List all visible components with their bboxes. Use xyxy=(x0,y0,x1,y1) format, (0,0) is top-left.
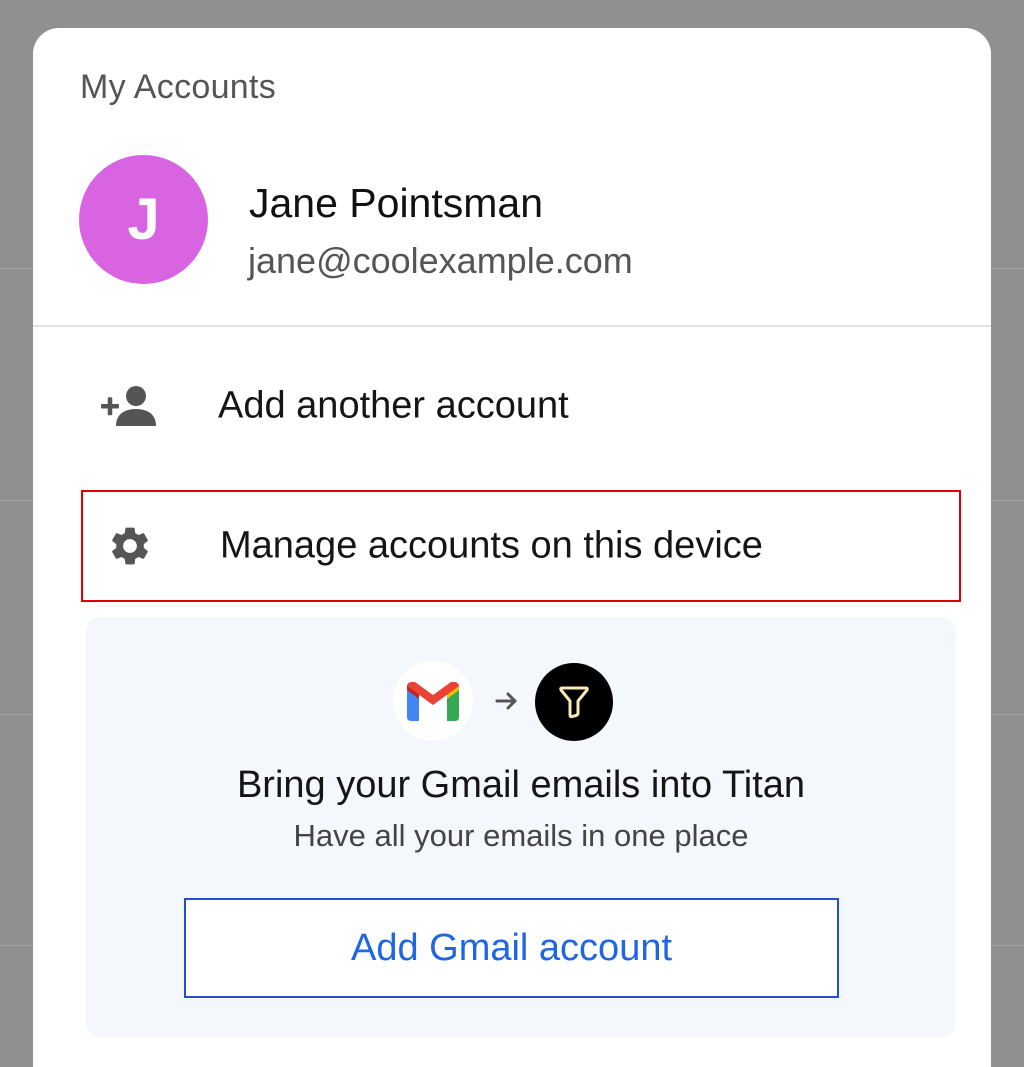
add-gmail-account-button[interactable]: Add Gmail account xyxy=(184,898,839,998)
backdrop-divider xyxy=(990,714,1024,715)
gear-icon xyxy=(101,522,159,570)
add-another-account-button[interactable]: Add another account xyxy=(81,351,961,461)
promo-title: Bring your Gmail emails into Titan xyxy=(236,764,806,806)
backdrop-divider xyxy=(990,500,1024,501)
gmail-logo-icon xyxy=(393,661,473,741)
arrow-right-icon xyxy=(493,687,521,715)
backdrop-divider xyxy=(0,714,34,715)
divider xyxy=(33,325,991,327)
sheet-title: My Accounts xyxy=(80,68,277,106)
avatar: J xyxy=(79,155,208,284)
backdrop-divider xyxy=(0,268,34,269)
account-name: Jane Pointsman xyxy=(249,180,544,226)
gmail-import-card: Bring your Gmail emails into Titan Have … xyxy=(86,617,956,1037)
titan-logo-icon xyxy=(535,663,613,741)
account-email: jane@coolexample.com xyxy=(248,240,633,281)
add-person-icon xyxy=(99,382,157,430)
add-another-account-label: Add another account xyxy=(218,384,569,427)
logo-row xyxy=(86,661,956,741)
manage-accounts-button[interactable]: Manage accounts on this device xyxy=(81,490,961,602)
accounts-sheet: My Accounts J Jane Pointsman jane@coolex… xyxy=(33,28,991,1067)
backdrop-divider xyxy=(0,500,34,501)
manage-accounts-label: Manage accounts on this device xyxy=(220,524,763,567)
promo-subtitle: Have all your emails in one place xyxy=(293,818,749,853)
backdrop-divider xyxy=(990,268,1024,269)
backdrop-divider xyxy=(0,945,34,946)
backdrop-divider xyxy=(990,945,1024,946)
